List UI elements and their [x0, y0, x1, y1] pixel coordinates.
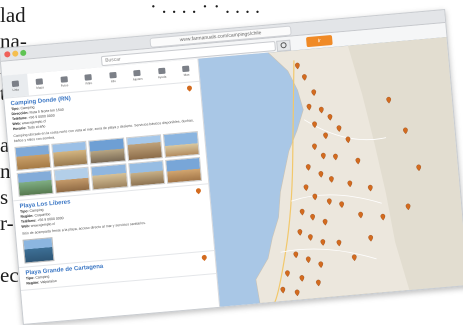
tool-label: Lista [12, 86, 19, 92]
camera-icon [60, 75, 68, 83]
tool-info[interactable]: Info [100, 65, 126, 89]
meta-key: Tipo: [19, 209, 29, 214]
map-icon [35, 77, 44, 85]
gallery-photo[interactable] [162, 131, 200, 159]
magazine-top-fragment: · . . . . · · . . . . [150, 0, 260, 18]
tool-map[interactable]: Mapa [27, 72, 53, 96]
gallery-photo[interactable] [164, 157, 203, 185]
list-icon [11, 79, 19, 87]
meta-key: Web: [12, 121, 22, 127]
meta-key: Región: [26, 280, 40, 286]
list-item[interactable]: Camping Donde (RN) Tipo: Camping Direcci… [4, 81, 209, 202]
more-icon [182, 65, 190, 72]
map-view[interactable] [198, 36, 463, 307]
meta-key: Tipo: [10, 106, 20, 112]
go-button[interactable]: Ir [305, 34, 333, 48]
gallery-photo[interactable] [88, 137, 126, 165]
magazine-line: lad [0, 3, 26, 27]
tool-label: Fotos [60, 82, 69, 88]
gallery-photo[interactable] [14, 144, 52, 172]
tool-more[interactable]: Mas [173, 59, 199, 83]
zoom-window-icon[interactable] [20, 49, 27, 57]
tool-label: Mas [183, 72, 190, 77]
filter-icon [84, 73, 93, 81]
info-icon [108, 71, 117, 79]
meta-value: Todo el año [27, 124, 46, 130]
tool-settings[interactable]: Ajustes [124, 63, 150, 87]
map-canvas[interactable] [198, 36, 463, 307]
tool-label: Mapa [36, 84, 44, 90]
gear-icon [133, 69, 141, 76]
results-sidebar: Lista Mapa Fotos Filtro Info Ajustes Ayu… [2, 58, 221, 324]
minimize-window-icon[interactable] [12, 50, 19, 57]
gallery-photo[interactable] [16, 170, 54, 198]
meta-value: Valparaíso [40, 278, 57, 285]
help-icon [157, 67, 166, 74]
gallery-photo[interactable] [53, 166, 91, 194]
gallery-photo[interactable] [90, 163, 128, 191]
tool-photos[interactable]: Fotos [51, 69, 77, 93]
tool-help[interactable]: Ayuda [149, 61, 175, 85]
close-window-icon[interactable] [4, 51, 11, 58]
meta-key: Tipo: [25, 275, 35, 281]
meta-key: Horario: [12, 125, 27, 132]
meta-value[interactable]: www.ejemplo.cl [31, 222, 55, 228]
app-window: www.farmanuals.com/campings/chile Buscar… [0, 9, 463, 325]
gallery-photo[interactable] [125, 134, 163, 162]
tool-label: Info [110, 78, 116, 83]
tool-label: Ajustes [132, 76, 143, 81]
tool-label: Filtro [85, 80, 93, 86]
gallery-photo[interactable] [51, 140, 89, 168]
gallery-photo[interactable] [127, 160, 166, 188]
tool-label: Ayuda [157, 74, 167, 79]
tool-list[interactable]: Lista [2, 73, 29, 98]
entry-thumbnail[interactable] [22, 236, 55, 264]
meta-key: Web: [21, 224, 31, 229]
tool-filter[interactable]: Filtro [75, 67, 101, 91]
